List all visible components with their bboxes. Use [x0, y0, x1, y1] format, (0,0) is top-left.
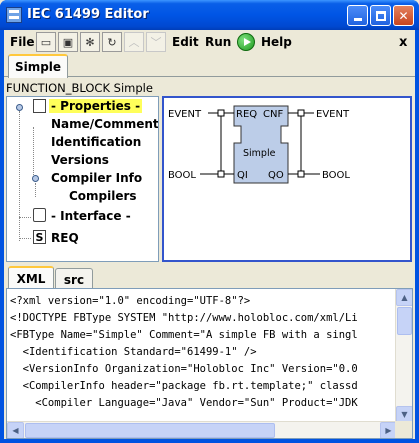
event-output-cnf[interactable]: CNF — [263, 109, 283, 120]
horizontal-scrollbar[interactable]: ◀ ▶ — [7, 421, 397, 438]
tree-item-compilers[interactable]: Compilers — [69, 189, 137, 203]
scroll-left-button[interactable]: ◀ — [7, 422, 24, 438]
tree-item-compiler-info[interactable]: Compiler Info — [51, 171, 142, 185]
tab-src[interactable]: src — [55, 268, 93, 290]
xml-line: <Compiler Language="Java" Vendor="Sun" P… — [10, 397, 358, 409]
source-tabs: XML src — [4, 266, 415, 290]
interface-fb-icon — [33, 208, 46, 222]
tree-expand-icon[interactable] — [32, 175, 39, 182]
tree-expand-icon[interactable] — [16, 104, 23, 111]
close-document-button[interactable]: x — [399, 35, 407, 50]
minimize-icon — [353, 18, 362, 21]
xml-line: <FBType Name="Simple" Comment="A simple … — [10, 329, 358, 341]
tab-xml[interactable]: XML — [8, 266, 54, 290]
arrow-down-icon: ▼ — [401, 410, 408, 419]
menu-bar: File ▭ ▣ ✻ ↻ ︿ ﹀ Edit Run Help x — [4, 30, 415, 54]
event-input-req[interactable]: REQ — [236, 109, 257, 120]
algorithm-s-icon: S — [33, 230, 46, 244]
refresh-button[interactable]: ↻ — [102, 32, 122, 52]
tree-connector — [33, 127, 34, 179]
fb-diagram: EVENT EVENT BOOL BOOL REQ CNF Simple QI … — [168, 105, 350, 184]
document-tabs: Simple — [4, 54, 415, 78]
move-up-button[interactable]: ︿ — [124, 32, 144, 52]
settings-button[interactable]: ✻ — [80, 32, 100, 52]
tree-connector — [35, 183, 36, 197]
save-button[interactable]: ▣ — [58, 32, 78, 52]
open-folder-icon: ▭ — [40, 35, 52, 49]
with-marker — [297, 109, 305, 117]
arrow-up-icon: ▲ — [401, 293, 408, 302]
with-marker — [217, 170, 225, 178]
gear-icon: ✻ — [85, 35, 95, 49]
arrow-right-icon: ▶ — [385, 426, 392, 435]
chevron-up-icon: ︿ — [128, 36, 140, 49]
menu-edit[interactable]: Edit — [172, 35, 199, 49]
scroll-corner — [395, 421, 412, 438]
app-icon — [6, 7, 22, 23]
data-input-qi[interactable]: QI — [237, 170, 248, 181]
tab-simple[interactable]: Simple — [8, 54, 68, 78]
with-marker — [217, 109, 225, 117]
tree-connector — [19, 111, 20, 241]
minimize-button[interactable] — [347, 5, 368, 26]
maximize-button[interactable] — [370, 5, 391, 26]
tree-item-interface[interactable]: - Interface - — [51, 209, 131, 223]
fb-diagram-panel[interactable]: EVENT EVENT BOOL BOOL REQ CNF Simple QI … — [162, 96, 412, 262]
tree-item-name-comment[interactable]: Name/Comment — [51, 117, 158, 131]
menu-run[interactable]: Run — [205, 35, 231, 49]
properties-tree[interactable]: - Properties - Name/Comment Identificati… — [6, 96, 159, 262]
fb-type-name: Simple — [243, 148, 276, 159]
data-input-type: BOOL — [168, 170, 196, 181]
tree-connector — [19, 217, 31, 218]
tree-item-properties-label: - Properties - — [49, 99, 143, 113]
function-block-heading: FUNCTION_BLOCK Simple — [6, 81, 153, 95]
scroll-up-button[interactable]: ▲ — [396, 289, 412, 306]
menu-help[interactable]: Help — [261, 35, 292, 49]
xml-line: <VersionInfo Organization="Holobloc Inc"… — [10, 363, 358, 375]
client-area: File ▭ ▣ ✻ ↻ ︿ ﹀ Edit Run Help x Simple … — [4, 30, 415, 439]
data-output-type: BOOL — [322, 170, 350, 181]
with-marker — [297, 170, 305, 178]
horizontal-scroll-thumb[interactable] — [25, 423, 275, 438]
xml-source-view[interactable]: <?xml version="1.0" encoding="UTF-8"?> <… — [6, 288, 413, 439]
event-output-type: EVENT — [316, 109, 350, 120]
open-button[interactable]: ▭ — [36, 32, 56, 52]
xml-line: <!DOCTYPE FBType SYSTEM "http://www.holo… — [10, 312, 358, 324]
maximize-icon — [375, 10, 386, 21]
tree-item-properties[interactable]: - Properties - — [49, 99, 143, 113]
xml-line: <?xml version="1.0" encoding="UTF-8"?> — [10, 295, 251, 307]
arrow-left-icon: ◀ — [12, 426, 19, 435]
xml-line: <Identification Standard="61499-1" /> — [10, 346, 257, 358]
title-bar[interactable]: IEC 61499 Editor ✕ — [0, 0, 419, 30]
move-down-button[interactable]: ﹀ — [146, 32, 166, 52]
tree-connector — [19, 238, 31, 239]
run-play-icon[interactable] — [237, 33, 255, 51]
refresh-icon: ↻ — [107, 35, 117, 49]
xml-text[interactable]: <?xml version="1.0" encoding="UTF-8"?> <… — [10, 293, 393, 412]
menu-file[interactable]: File — [10, 35, 35, 49]
close-icon: ✕ — [398, 8, 409, 23]
xml-line: <CompilerInfo header="package fb.rt.temp… — [10, 380, 358, 392]
close-window-button[interactable]: ✕ — [393, 5, 414, 26]
tree-item-identification[interactable]: Identification — [51, 135, 141, 149]
properties-document-icon — [33, 99, 46, 113]
app-window: IEC 61499 Editor ✕ File ▭ ▣ ✻ ↻ ︿ ﹀ Edit… — [0, 0, 419, 443]
chevron-down-icon: ﹀ — [150, 36, 162, 49]
save-disk-icon: ▣ — [62, 35, 74, 49]
data-output-qo[interactable]: QO — [268, 170, 284, 181]
tree-item-req[interactable]: REQ — [51, 231, 79, 245]
vertical-scrollbar[interactable]: ▲ ▼ — [395, 289, 412, 423]
tree-item-versions[interactable]: Versions — [51, 153, 109, 167]
vertical-scroll-thumb[interactable] — [397, 307, 412, 335]
window-title: IEC 61499 Editor — [27, 7, 149, 22]
event-input-type: EVENT — [168, 109, 202, 120]
